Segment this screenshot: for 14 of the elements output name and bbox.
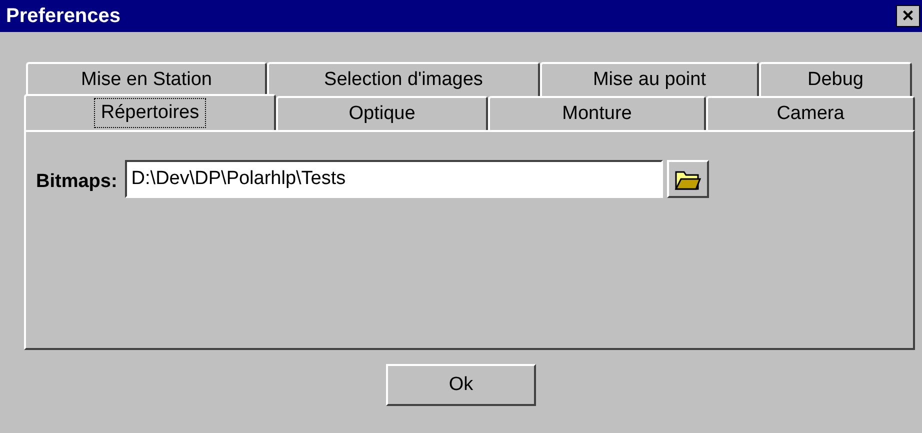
tab[interactable]: Mise au point bbox=[540, 62, 759, 96]
tab[interactable]: Monture bbox=[488, 96, 706, 130]
input-field[interactable]: D:\Dev\DP\Polarhlp\Tests bbox=[125, 160, 664, 198]
tab[interactable]: Camera bbox=[706, 96, 915, 130]
window-title: Preferences bbox=[6, 4, 121, 29]
field-label: Bitmaps: bbox=[36, 170, 118, 194]
close-button[interactable]: × bbox=[896, 5, 920, 27]
browse-button[interactable] bbox=[667, 160, 710, 198]
tab[interactable]: Optique bbox=[276, 96, 488, 130]
tab[interactable]: Mise en Station bbox=[26, 62, 267, 96]
tab[interactable]: Debug bbox=[759, 62, 912, 96]
tab[interactable]: Selection d'images bbox=[267, 62, 540, 96]
ok-button[interactable]: Ok bbox=[386, 364, 536, 406]
tab[interactable]: Répertoires bbox=[24, 94, 276, 130]
